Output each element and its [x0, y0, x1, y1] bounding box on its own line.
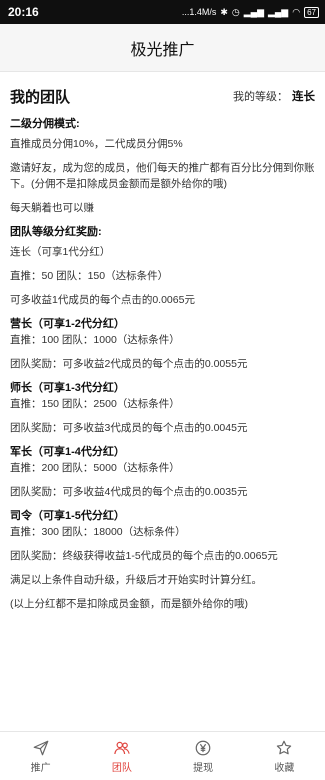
rules-text: 二级分佣模式: 直推成员分佣10%，二代成员分佣5% 邀请好友，成为您的成员，他…	[10, 116, 315, 612]
siling-title: 司令（可享1-5代分红）	[10, 510, 125, 522]
level-value: 连长	[292, 91, 315, 103]
lianzhang-reward: 可多收益1代成员的每个点击的0.0065元	[10, 294, 195, 306]
auto-upgrade-note: 满足以上条件自动升级，升级后才开始实时计算分红。	[10, 574, 262, 586]
status-icons: ...1.4M/s ✱ ◷ ▂▄▆ ▂▄▆ ◠ 67	[181, 6, 319, 18]
app-bar: 极光推广	[0, 24, 325, 72]
yen-icon	[195, 740, 211, 755]
tab-team[interactable]: 团队	[81, 732, 162, 780]
siling-reward: 团队奖励：终级获得收益1-5代成员的每个点击的0.0065元	[10, 550, 278, 562]
team-header: 我的团队 我的等级： 连长	[10, 78, 315, 114]
shizhang-reward: 团队奖励：可多收益3代成员的每个点击的0.0045元	[10, 422, 248, 434]
tab-withdraw[interactable]: 提现	[163, 732, 244, 780]
junzhang-title: 军长（可享1-4代分红）	[10, 446, 125, 458]
signal-icon: ▂▄▆	[268, 6, 289, 17]
team-icon	[114, 741, 130, 754]
my-level: 我的等级： 连长	[233, 88, 315, 104]
shizhang-condition: 直推：150 团队：2500（达标条件）	[10, 398, 180, 410]
tab-promote[interactable]: 推广	[0, 732, 81, 780]
alarm-icon: ◷	[231, 6, 240, 17]
shizhang-title: 师长（可享1-3代分红）	[10, 382, 125, 394]
tab-favorites[interactable]: 收藏	[244, 732, 325, 780]
tab-label: 推广	[30, 762, 51, 774]
junzhang-reward: 团队奖励：可多收益4代成员的每个点击的0.0035元	[10, 486, 248, 498]
team-title: 我的团队	[10, 88, 71, 106]
tab-label: 收藏	[274, 762, 295, 774]
team-reward-title: 团队等级分红奖励:	[10, 226, 102, 238]
main-content: 我的团队 我的等级： 连长 二级分佣模式: 直推成员分佣10%，二代成员分佣5% …	[0, 78, 325, 612]
star-icon	[277, 740, 292, 754]
mode-line: 直推成员分佣10%，二代成员分佣5%	[10, 138, 183, 150]
network-speed: ...1.4M/s	[181, 7, 217, 17]
tab-label: 提现	[193, 762, 214, 774]
send-icon	[33, 740, 48, 755]
slogan: 每天躺着也可以赚	[10, 202, 94, 214]
extra-note: (以上分红都不是扣除成员金额，而是额外给你的哦)	[10, 598, 248, 610]
status-time: 20:16	[8, 5, 39, 19]
page-title: 极光推广	[130, 41, 195, 59]
yingzhang-title: 营长（可享1-2代分红）	[10, 318, 125, 330]
bottom-tab-bar: 推广 团队 提现 收藏	[0, 731, 325, 780]
yingzhang-condition: 直推：100 团队：1000（达标条件）	[10, 334, 180, 346]
bluetooth-icon: ✱	[220, 6, 228, 17]
battery-icon: 67	[304, 6, 319, 18]
signal-icon: ▂▄▆	[243, 6, 264, 17]
mode-title: 二级分佣模式:	[10, 118, 80, 130]
invite-text: 邀请好友，成为您的成员，他们每天的推广都有百分比分佣到你账下。(分佣不是扣除成员…	[10, 162, 315, 190]
yingzhang-reward: 团队奖励：可多收益2代成员的每个点击的0.0055元	[10, 358, 248, 370]
lianzhang-condition: 直推：50 团队：150（达标条件）	[10, 270, 169, 282]
tab-label: 团队	[111, 762, 132, 774]
lianzhang-title: 连长（可享1代分红）	[10, 246, 111, 258]
siling-condition: 直推：300 团队：18000（达标条件）	[10, 526, 186, 538]
junzhang-condition: 直推：200 团队：5000（达标条件）	[10, 462, 180, 474]
status-bar: 20:16 ...1.4M/s ✱ ◷ ▂▄▆ ▂▄▆ ◠ 67	[0, 0, 325, 24]
level-label: 我的等级：	[233, 91, 288, 103]
wifi-icon: ◠	[292, 6, 301, 17]
